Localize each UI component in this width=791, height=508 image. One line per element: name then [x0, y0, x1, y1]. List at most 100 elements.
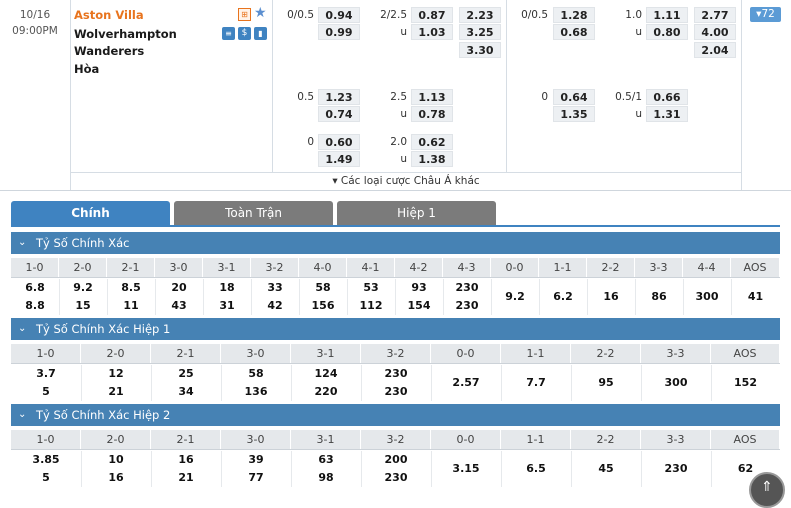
h1-ou-over-odd[interactable]: 1.11	[646, 7, 688, 23]
chart-icon[interactable]: ▮	[254, 27, 267, 40]
hdp-home-odd[interactable]: 0.94	[318, 7, 360, 23]
away-team-line1[interactable]: Wolverhampton	[74, 27, 177, 41]
1x2-home-odd[interactable]: 2.23	[459, 7, 501, 23]
star-icon[interactable]: ★	[254, 5, 267, 21]
collapse-icon[interactable]: ⌄	[18, 404, 26, 426]
draw-score-odd[interactable]: 230	[641, 462, 711, 475]
away-score-odd[interactable]: 11	[107, 299, 155, 312]
h1-hdp-home-odd[interactable]: 1.28	[553, 7, 595, 23]
away-score-odd[interactable]: 21	[151, 471, 221, 484]
draw-score-odd[interactable]: 95	[571, 376, 641, 389]
away-score-odd[interactable]: 8.8	[11, 299, 59, 312]
draw-score-odd[interactable]: 6.2	[539, 290, 587, 303]
list-icon[interactable]: ≡	[222, 27, 235, 40]
collapse-icon[interactable]: ⌄	[18, 232, 26, 254]
h1-ou-under-odd[interactable]: 0.80	[646, 24, 688, 40]
away-score-odd[interactable]: 31	[203, 299, 251, 312]
hdp-away-odd[interactable]: 1.49	[318, 151, 360, 167]
away-score-odd[interactable]: 34	[151, 385, 221, 398]
tab-main[interactable]: Chính	[11, 201, 170, 227]
ou-under-odd[interactable]: 1.03	[411, 24, 453, 40]
hdp-home-odd[interactable]: 1.23	[318, 89, 360, 105]
1x2-draw-odd[interactable]: 3.30	[459, 42, 501, 58]
home-score-odd[interactable]: 93	[395, 281, 443, 294]
home-score-odd[interactable]: 3.85	[11, 453, 81, 466]
home-score-odd[interactable]: 25	[151, 367, 221, 380]
away-score-odd[interactable]: 5	[11, 385, 81, 398]
hdp-away-odd[interactable]: 0.74	[318, 106, 360, 122]
draw-score-odd[interactable]: 300	[683, 290, 731, 303]
other-asian-markets-link[interactable]: ▾ Các loại cược Châu Á khác	[70, 175, 742, 187]
home-score-odd[interactable]: 33	[251, 281, 299, 294]
away-score-odd[interactable]: 77	[221, 471, 291, 484]
away-score-odd[interactable]: 230	[443, 299, 491, 312]
away-score-odd[interactable]: 154	[395, 299, 443, 312]
draw-score-odd[interactable]: 45	[571, 462, 641, 475]
away-score-odd[interactable]: 230	[361, 471, 431, 484]
home-score-odd[interactable]: 8.5	[107, 281, 155, 294]
home-score-odd[interactable]: 9.2	[59, 281, 107, 294]
draw-score-odd[interactable]: 300	[641, 376, 711, 389]
away-score-odd[interactable]: 15	[59, 299, 107, 312]
tab-first-half[interactable]: Hiệp 1	[337, 201, 496, 225]
home-score-odd[interactable]: 58	[221, 367, 291, 380]
draw-score-odd[interactable]: 6.5	[501, 462, 571, 475]
home-score-odd[interactable]: 12	[81, 367, 151, 380]
home-score-odd[interactable]: 6.8	[11, 281, 59, 294]
home-score-odd[interactable]: 124	[291, 367, 361, 380]
money-icon[interactable]: $	[238, 27, 251, 40]
home-score-odd[interactable]: 18	[203, 281, 251, 294]
h1-1x2-draw-odd[interactable]: 2.04	[694, 42, 736, 58]
ou-over-odd[interactable]: 0.87	[411, 7, 453, 23]
tab-full-match[interactable]: Toàn Trận	[174, 201, 333, 225]
h1-ou-over-odd[interactable]: 0.66	[646, 89, 688, 105]
1x2-away-odd[interactable]: 3.25	[459, 24, 501, 40]
ou-over-odd[interactable]: 0.62	[411, 134, 453, 150]
more-markets-badge[interactable]: ▾72	[750, 7, 781, 22]
draw-score-odd[interactable]: 16	[587, 290, 635, 303]
hdp-home-odd[interactable]: 0.60	[318, 134, 360, 150]
away-score-odd[interactable]: 5	[11, 471, 81, 484]
home-score-odd[interactable]: 58	[299, 281, 347, 294]
collapse-icon[interactable]: ⌄	[18, 318, 26, 340]
h1-hdp-home-odd[interactable]: 0.64	[553, 89, 595, 105]
h1-hdp-away-odd[interactable]: 0.68	[553, 24, 595, 40]
draw-score-odd[interactable]: 7.7	[501, 376, 571, 389]
away-score-odd[interactable]: 136	[221, 385, 291, 398]
hdp-away-odd[interactable]: 0.99	[318, 24, 360, 40]
h1-1x2-home-odd[interactable]: 2.77	[694, 7, 736, 23]
home-score-odd[interactable]: 230	[443, 281, 491, 294]
home-score-odd[interactable]: 16	[151, 453, 221, 466]
away-score-odd[interactable]: 42	[251, 299, 299, 312]
section-header[interactable]: ⌄ Tỷ Số Chính Xác Hiệp 1	[11, 318, 780, 340]
ou-under-odd[interactable]: 0.78	[411, 106, 453, 122]
scroll-top-button[interactable]: ⇑	[749, 472, 785, 508]
section-header[interactable]: ⌄ Tỷ Số Chính Xác	[11, 232, 780, 254]
stats-icon[interactable]: ⊞	[238, 8, 251, 21]
home-score-odd[interactable]: 230	[361, 367, 431, 380]
home-score-odd[interactable]: 39	[221, 453, 291, 466]
h1-ou-under-odd[interactable]: 1.31	[646, 106, 688, 122]
h1-hdp-away-odd[interactable]: 1.35	[553, 106, 595, 122]
ou-over-odd[interactable]: 1.13	[411, 89, 453, 105]
draw-score-odd[interactable]: 3.15	[431, 462, 501, 475]
draw-score-odd[interactable]: 2.57	[431, 376, 501, 389]
away-score-odd[interactable]: 112	[347, 299, 395, 312]
away-score-odd[interactable]: 98	[291, 471, 361, 484]
ou-under-odd[interactable]: 1.38	[411, 151, 453, 167]
h1-1x2-away-odd[interactable]: 4.00	[694, 24, 736, 40]
section-header[interactable]: ⌄ Tỷ Số Chính Xác Hiệp 2	[11, 404, 780, 426]
home-team[interactable]: Aston Villa	[74, 8, 144, 22]
away-score-odd[interactable]: 43	[155, 299, 203, 312]
away-score-odd[interactable]: 16	[81, 471, 151, 484]
draw-score-odd[interactable]: 86	[635, 290, 683, 303]
away-score-odd[interactable]: 156	[299, 299, 347, 312]
home-score-odd[interactable]: 20	[155, 281, 203, 294]
home-score-odd[interactable]: 53	[347, 281, 395, 294]
home-score-odd[interactable]: 200	[361, 453, 431, 466]
home-score-odd[interactable]: 63	[291, 453, 361, 466]
away-team-line2[interactable]: Wanderers	[74, 44, 144, 58]
away-score-odd[interactable]: 21	[81, 385, 151, 398]
home-score-odd[interactable]: 10	[81, 453, 151, 466]
away-score-odd[interactable]: 220	[291, 385, 361, 398]
